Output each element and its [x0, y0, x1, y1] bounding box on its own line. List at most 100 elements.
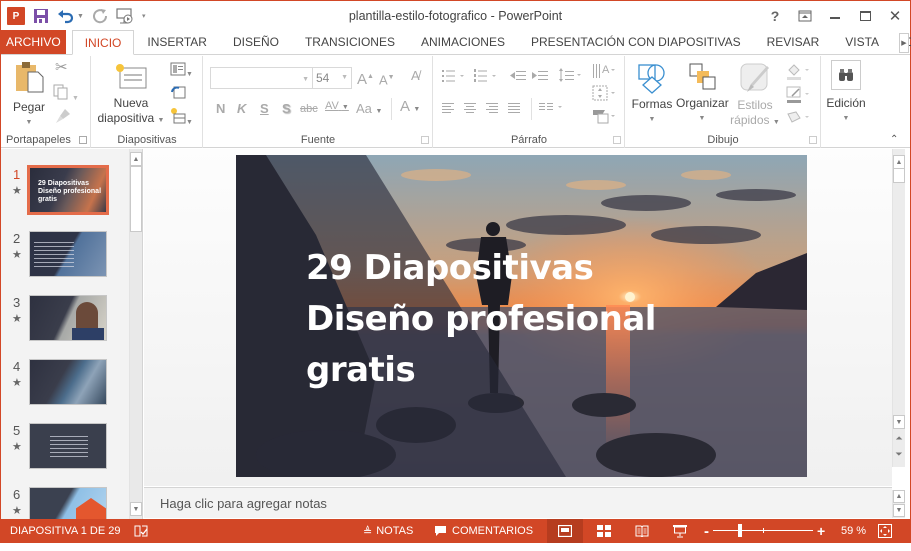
- thumbnail-preview[interactable]: [29, 295, 107, 341]
- thumbnail-2[interactable]: 2 ★: [1, 231, 131, 295]
- shape-outline-button[interactable]: [786, 86, 812, 108]
- shapes-button[interactable]: Formas ▼: [631, 62, 673, 127]
- paste-button[interactable]: Pegar ▼: [9, 60, 49, 130]
- scroll-up-button[interactable]: ▲: [893, 155, 905, 169]
- arrange-dropdown-icon[interactable]: ▼: [676, 111, 728, 126]
- tabs-scroll-right-button[interactable]: ▶: [899, 33, 909, 53]
- thumbnail-3[interactable]: 3 ★: [1, 295, 131, 359]
- help-button[interactable]: ?: [760, 1, 790, 31]
- justify-icon[interactable]: [508, 102, 522, 114]
- current-slide[interactable]: 29 Diapositivas Diseño profesional grati…: [236, 155, 807, 477]
- cut-button[interactable]: ✂: [55, 60, 68, 75]
- columns-icon[interactable]: [539, 102, 565, 114]
- tab-revisar[interactable]: REVISAR: [754, 30, 833, 54]
- italic-button[interactable]: K: [237, 101, 246, 116]
- thumbnail-4[interactable]: 4 ★: [1, 359, 131, 423]
- font-size-dropdown-icon[interactable]: ▼: [341, 68, 348, 88]
- drawing-launcher-icon[interactable]: [809, 136, 817, 144]
- minimize-button[interactable]: [820, 1, 850, 31]
- text-direction-icon[interactable]: A: [592, 62, 618, 80]
- notes-scrollbar[interactable]: ▲ ▼: [892, 490, 905, 518]
- arrange-button[interactable]: Organizar ▼: [676, 62, 729, 126]
- scroll-thumb[interactable]: [893, 168, 905, 183]
- shadow-button[interactable]: S: [282, 101, 291, 116]
- align-center-icon[interactable]: [464, 102, 478, 114]
- scroll-down-button[interactable]: ▼: [893, 504, 905, 517]
- tab-inicio[interactable]: INICIO: [71, 30, 135, 55]
- notes-pane[interactable]: Haga clic para agregar notas ▲ ▼: [144, 487, 905, 518]
- tab-animaciones[interactable]: ANIMACIONES: [408, 30, 518, 54]
- thumbnail-1[interactable]: 1 ★ 29 Diapositivas Diseño profesional g…: [1, 165, 131, 231]
- editing-button[interactable]: Edición ▼: [824, 60, 868, 126]
- thumbnail-5[interactable]: 5 ★: [1, 423, 131, 487]
- font-name-dropdown-icon[interactable]: ▼: [302, 72, 309, 87]
- grow-font-button[interactable]: A▲: [357, 69, 374, 87]
- font-color-button[interactable]: A ▼: [400, 99, 420, 117]
- scroll-down-button[interactable]: ▼: [130, 502, 142, 516]
- tab-presentacion[interactable]: PRESENTACIÓN CON DIAPOSITIVAS: [518, 30, 754, 54]
- numbering-icon[interactable]: [474, 69, 498, 83]
- zoom-out-button[interactable]: -: [704, 519, 709, 543]
- ribbon-display-options-button[interactable]: [790, 1, 820, 31]
- paste-dropdown-icon[interactable]: ▼: [9, 115, 49, 130]
- maximize-button[interactable]: [850, 1, 880, 31]
- spell-check-button[interactable]: [134, 519, 148, 543]
- thumbnail-preview[interactable]: [29, 423, 107, 469]
- convert-smartart-icon[interactable]: [592, 107, 618, 125]
- collapse-ribbon-button[interactable]: ⌃: [890, 132, 898, 147]
- slide-title[interactable]: 29 Diapositivas Diseño profesional grati…: [306, 243, 656, 396]
- shape-effects-button[interactable]: [786, 110, 812, 128]
- thumbnails-scrollbar[interactable]: ▲ ▼: [129, 149, 142, 519]
- format-painter-button[interactable]: [55, 108, 71, 128]
- zoom-in-button[interactable]: +: [817, 519, 825, 543]
- comments-toggle-button[interactable]: COMENTARIOS: [434, 519, 533, 543]
- reading-view-button[interactable]: [627, 519, 657, 543]
- slide-sorter-view-button[interactable]: [589, 519, 619, 543]
- tab-diseno[interactable]: DISEÑO: [220, 30, 292, 54]
- new-slide-dropdown-icon[interactable]: ▼: [158, 117, 165, 124]
- bold-button[interactable]: N: [216, 101, 225, 116]
- bullets-icon[interactable]: [442, 69, 466, 83]
- thumbnail-preview[interactable]: [29, 231, 107, 277]
- normal-view-button[interactable]: [547, 519, 583, 543]
- zoom-slider-thumb[interactable]: [738, 524, 743, 537]
- shape-fill-button[interactable]: [786, 62, 812, 84]
- tab-archivo[interactable]: ARCHIVO: [1, 30, 66, 54]
- align-left-icon[interactable]: [442, 102, 456, 114]
- previous-slide-button[interactable]: ⏶: [893, 431, 905, 445]
- notes-placeholder[interactable]: Haga clic para agregar notas: [160, 496, 327, 511]
- scroll-down-button[interactable]: ▼: [893, 415, 905, 429]
- fit-slide-button[interactable]: [878, 519, 892, 543]
- decrease-indent-icon[interactable]: [510, 69, 526, 83]
- slideshow-view-button[interactable]: [665, 519, 695, 543]
- reset-slide-button[interactable]: [170, 85, 186, 103]
- editing-dropdown-icon[interactable]: ▼: [824, 111, 868, 126]
- tab-insertar[interactable]: INSERTAR: [134, 30, 220, 54]
- next-slide-button[interactable]: ⏷: [893, 447, 905, 461]
- clipboard-launcher-icon[interactable]: [79, 136, 87, 144]
- underline-button[interactable]: S: [260, 101, 269, 116]
- copy-button[interactable]: ▼: [53, 84, 79, 106]
- clear-formatting-button[interactable]: A̸: [411, 68, 420, 83]
- layout-button[interactable]: ▼: [170, 62, 193, 82]
- align-right-icon[interactable]: [486, 102, 500, 114]
- scroll-up-button[interactable]: ▲: [130, 152, 142, 166]
- scroll-thumb[interactable]: [130, 166, 142, 232]
- change-case-button[interactable]: Aa ▼: [356, 101, 382, 119]
- increase-indent-icon[interactable]: [532, 69, 548, 83]
- quick-styles-button[interactable]: Estilos rápidos ▼: [730, 62, 780, 130]
- section-button[interactable]: ▼: [170, 108, 193, 130]
- scroll-up-button[interactable]: ▲: [893, 490, 905, 503]
- shapes-dropdown-icon[interactable]: ▼: [631, 112, 673, 127]
- character-spacing-button[interactable]: AV ▼: [325, 99, 349, 115]
- tab-transiciones[interactable]: TRANSICIONES: [292, 30, 408, 54]
- shrink-font-button[interactable]: A▼: [379, 70, 395, 87]
- notes-toggle-button[interactable]: ≜ NOTAS: [363, 519, 413, 543]
- font-name-combobox[interactable]: ▼: [210, 67, 313, 89]
- tab-vista[interactable]: VISTA: [832, 30, 892, 54]
- align-text-icon[interactable]: [592, 85, 618, 101]
- thumbnail-preview[interactable]: [29, 359, 107, 405]
- zoom-slider[interactable]: [713, 519, 813, 543]
- paragraph-launcher-icon[interactable]: [613, 136, 621, 144]
- new-slide-button[interactable]: Nueva diapositiva ▼: [96, 62, 166, 128]
